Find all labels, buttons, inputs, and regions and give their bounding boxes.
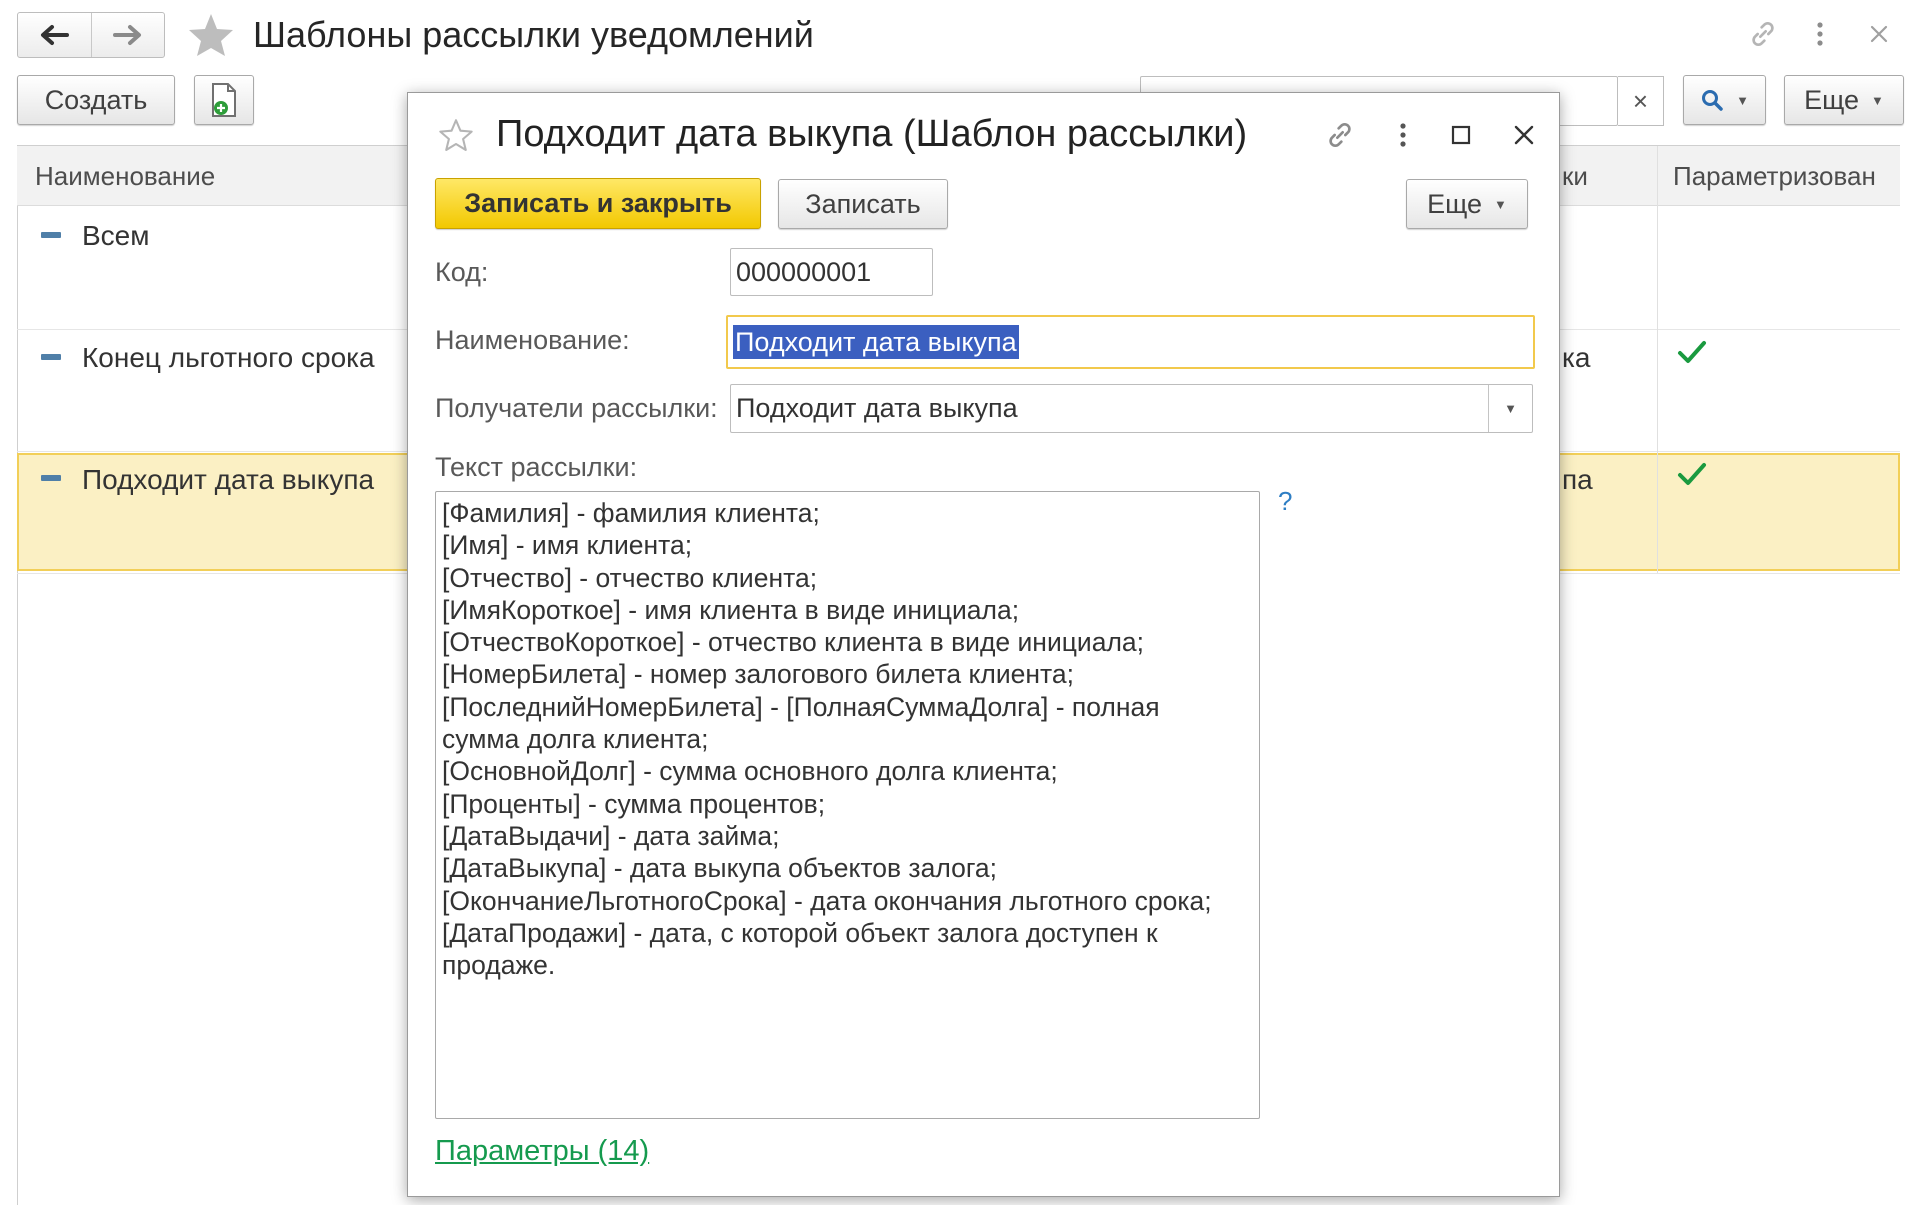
more-label: Еще: [1804, 84, 1860, 115]
recipients-value: Подходит дата выкупа: [736, 393, 1018, 423]
code-field[interactable]: 000000001: [730, 248, 933, 296]
text-line: [ИмяКороткое] - имя клиента в виде иници…: [442, 594, 1020, 625]
search-clear-button[interactable]: ×: [1618, 76, 1664, 126]
add-document-icon: [212, 83, 236, 117]
page-title: Шаблоны рассылки уведомлений: [253, 14, 814, 55]
text-line: [ДатаВыкупа] - дата выкупа объектов зало…: [442, 853, 997, 884]
name-label: Наименование:: [435, 325, 630, 355]
more-label: Еще: [1427, 188, 1483, 219]
link-button[interactable]: [1320, 115, 1360, 155]
create-button[interactable]: Создать: [17, 75, 175, 125]
close-icon: [1870, 25, 1888, 43]
save-and-close-button[interactable]: Записать и закрыть: [435, 178, 761, 229]
recipients-label: Получатели рассылки:: [435, 393, 718, 423]
template-dialog: Подходит дата выкупа (Шаблон рассылки) З…: [407, 92, 1560, 1197]
text-line: [ОтчествоКороткое] - отчество клиента в …: [442, 627, 1145, 658]
kebab-menu-icon: [1400, 123, 1406, 147]
link-icon: [1329, 122, 1351, 148]
row-name: Всем: [82, 220, 150, 251]
list-item-icon: [41, 232, 61, 238]
back-button[interactable]: [18, 13, 91, 57]
code-label: Код:: [435, 257, 489, 287]
maximize-icon: [1451, 125, 1471, 145]
text-line: [ПоследнийНомерБилета] - [ПолнаяСуммаДол…: [442, 691, 1160, 722]
text-line: [ДатаПродажи] - дата, с которой объект з…: [442, 917, 1158, 948]
text-line: сумма долга клиента;: [442, 724, 709, 755]
name-field-selected-text: Подходит дата выкупа: [733, 325, 1019, 359]
text-line: [ДатаВыдачи] - дата займа;: [442, 820, 780, 851]
close-dialog-button[interactable]: [1506, 117, 1542, 153]
message-text-area[interactable]: [Фамилия] - фамилия клиента; [Имя] - имя…: [435, 491, 1260, 1119]
kebab-menu-icon: [1817, 22, 1823, 46]
save-button[interactable]: Записать: [778, 179, 948, 229]
chevron-down-icon: ▼: [1736, 92, 1749, 108]
text-line: [ОсновнойДолг] - сумма основного долга к…: [442, 756, 1058, 787]
arrow-right-icon: [112, 25, 141, 45]
favorite-star-icon[interactable]: [187, 12, 235, 58]
text-line: [Имя] - имя клиента;: [442, 530, 693, 561]
dialog-title: Подходит дата выкупа (Шаблон рассылки): [496, 113, 1248, 155]
text-line: [Фамилия] - фамилия клиента;: [442, 498, 820, 528]
chevron-down-icon: ▼: [1871, 92, 1884, 108]
parameters-link[interactable]: Параметры (14): [435, 1135, 649, 1168]
row-name: Подходит дата выкупа: [82, 464, 375, 495]
checkmark-icon: [1677, 462, 1707, 488]
navigation-buttons: [17, 12, 165, 58]
close-icon: [1514, 125, 1534, 145]
recipients-select[interactable]: Подходит дата выкупа ▼: [730, 384, 1533, 433]
search-icon: [1702, 90, 1723, 111]
column-divider: [1657, 146, 1658, 206]
list-item-icon: [41, 475, 61, 481]
more-button[interactable]: Еще ▼: [1784, 75, 1904, 125]
search-button[interactable]: ▼: [1683, 75, 1766, 125]
text-line: [НомерБилета] - номер залогового билета …: [442, 659, 1074, 690]
help-button[interactable]: ?: [1278, 486, 1292, 517]
row-partial-value: ка: [1562, 342, 1591, 373]
text-line: [ОкончаниеЛьготногоСрока] - дата окончан…: [442, 885, 1212, 916]
checkmark-icon: [1677, 340, 1707, 366]
column-header-partial[interactable]: ки: [1562, 160, 1588, 192]
recipients-dropdown-button[interactable]: ▼: [1488, 385, 1532, 432]
column-header-name[interactable]: Наименование: [35, 160, 215, 192]
text-line: продаже.: [442, 950, 556, 981]
chevron-down-icon: ▼: [1494, 196, 1507, 212]
favorite-star-icon[interactable]: [438, 118, 474, 152]
text-line: [Отчество] - отчество клиента;: [442, 562, 818, 593]
text-label: Текст рассылки:: [435, 452, 638, 482]
chevron-down-icon: ▼: [1504, 401, 1517, 416]
arrow-left-icon: [41, 25, 70, 45]
row-partial-value: па: [1562, 464, 1593, 495]
column-header-parametrized[interactable]: Параметризован: [1673, 160, 1876, 192]
link-icon: [1752, 21, 1774, 47]
forward-button[interactable]: [90, 13, 165, 57]
more-button[interactable]: Еще ▼: [1406, 179, 1528, 229]
copy-button[interactable]: [194, 75, 254, 125]
text-line: [Проценты] - сумма процентов;: [442, 788, 826, 819]
name-field[interactable]: Подходит дата выкупа: [726, 315, 1535, 369]
list-item-icon: [41, 354, 61, 360]
more-actions-button[interactable]: [1808, 14, 1832, 54]
link-button[interactable]: [1745, 14, 1781, 54]
more-actions-button[interactable]: [1392, 115, 1414, 155]
row-name: Конец льготного срока: [82, 342, 375, 373]
close-window-button[interactable]: [1862, 16, 1896, 52]
maximize-button[interactable]: [1444, 117, 1478, 153]
